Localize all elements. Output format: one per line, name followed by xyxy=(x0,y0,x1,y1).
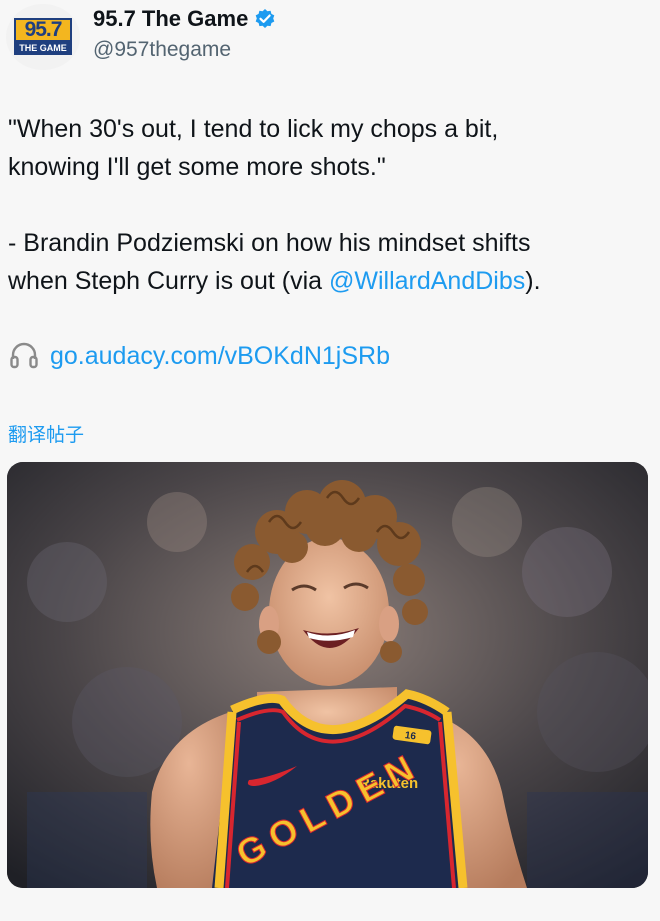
player-photo: 16 Rakuten GOLDEN xyxy=(7,462,648,888)
mention-link[interactable]: @WillardAndDibs xyxy=(329,267,525,295)
name-row: 95.7 The Game xyxy=(93,6,276,32)
headphones-icon xyxy=(8,340,40,372)
account-handle[interactable]: @957thegame xyxy=(93,38,231,62)
tweet-header: 95.7 THE GAME 95.7 The Game @957thegame xyxy=(0,0,660,80)
tweet-line-1: "When 30's out, I tend to lick my chops … xyxy=(8,115,499,143)
tweet-line-3: - Brandin Podziemski on how his mindset … xyxy=(8,229,531,257)
audio-link-row[interactable]: go.audacy.com/vBOKdN1jSRb xyxy=(8,340,390,372)
avatar-logo-text: THE GAME xyxy=(14,42,72,55)
avatar[interactable]: 95.7 THE GAME xyxy=(6,4,80,70)
audacy-link[interactable]: go.audacy.com/vBOKdN1jSRb xyxy=(50,342,390,371)
tweet-line-2: knowing I'll get some more shots." xyxy=(8,153,386,181)
avatar-logo-number: 95.7 xyxy=(14,18,72,42)
tweet-media-photo[interactable]: 16 Rakuten GOLDEN xyxy=(7,462,648,888)
jersey-patch-number: 16 xyxy=(404,730,417,743)
tweet-text: "When 30's out, I tend to lick my chops … xyxy=(8,110,648,300)
tweet-line-4-start: when Steph Curry is out (via xyxy=(8,267,329,295)
tweet-line-4-end: ). xyxy=(525,267,541,295)
display-name[interactable]: 95.7 The Game xyxy=(93,6,248,32)
translate-post-link[interactable]: 翻译帖子 xyxy=(8,420,84,447)
tweet-line-4: when Steph Curry is out (via @WillardAnd… xyxy=(8,262,648,300)
verified-badge-icon xyxy=(254,8,276,30)
